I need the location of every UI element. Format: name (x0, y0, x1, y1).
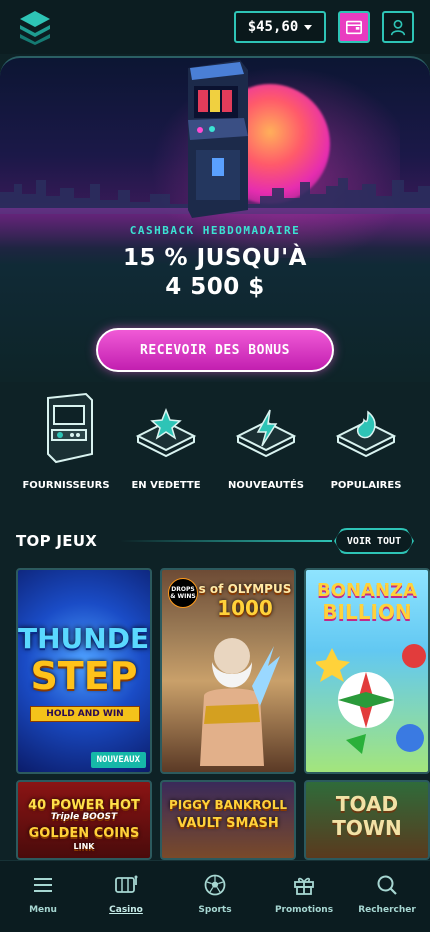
star-badge-icon (135, 407, 197, 458)
nav-promotions[interactable]: Promotions (264, 873, 344, 915)
nav-casino[interactable]: Casino (86, 873, 166, 915)
balance-dropdown[interactable]: $45,60 (234, 11, 326, 43)
game-tile-40-power-hot[interactable]: 40 POWER HOT Triple BOOST GOLDEN COINS L… (16, 780, 152, 860)
arcade-machine-graphic (188, 60, 248, 218)
nav-sports[interactable]: Sports (175, 873, 255, 915)
category-new[interactable]: NOUVEAUTÉS (216, 392, 316, 504)
bottom-navigation: Menu Casino Sports Promotions Rechercher (0, 860, 430, 932)
wallet-button[interactable] (338, 11, 370, 43)
new-badge: NOUVEAUX (90, 752, 146, 768)
top-header: $45,60 (0, 0, 430, 54)
search-icon (377, 875, 397, 895)
cashback-banner[interactable]: CASHBACK HEBDOMADAIRE 15 % JUSQU'À 4 500… (0, 56, 430, 382)
nav-menu[interactable]: Menu (3, 873, 83, 915)
category-shortcuts: FOURNISSEURS EN VEDETTE NOUVEAUTÉS POPUL… (0, 392, 430, 504)
balance-amount: $45,60 (247, 19, 299, 35)
arcade-icon (47, 392, 93, 464)
banner-subtitle: CASHBACK HEBDOMADAIRE (129, 224, 301, 237)
category-providers[interactable]: FOURNISSEURS (16, 392, 116, 504)
game-tile-toad-town[interactable]: TOAD TOWN (304, 780, 430, 860)
flame-icon (335, 410, 397, 458)
lightning-icon (235, 409, 297, 458)
receive-bonus-button[interactable]: RECEVOIR DES BONUS (96, 328, 334, 372)
gift-icon (294, 877, 314, 895)
casino-home-page: $45,60 CASHBACK HEBDOMADAIRE 15 % JUSQU'… (0, 0, 430, 932)
menu-icon (34, 878, 52, 892)
game-tile-gates-of-olympus[interactable]: DROPS & WINS s of OLYMPUS 1000 (160, 568, 296, 774)
wallet-icon (345, 20, 363, 35)
game-tile-thunder-step[interactable]: THUNDER STEP HOLD AND WIN NOUVEAUX (16, 568, 152, 774)
fruit-symbols-graphic (316, 644, 426, 754)
nav-search[interactable]: Rechercher (347, 873, 427, 915)
slot-machine-icon (115, 875, 138, 893)
chevron-down-icon (304, 24, 313, 30)
banner-title: 15 % JUSQU'À 4 500 $ (123, 245, 307, 300)
zeus-character-graphic (200, 638, 280, 766)
user-icon (390, 19, 406, 36)
category-popular[interactable]: POPULAIRES (316, 392, 416, 504)
see-all-button[interactable]: VOIR TOUT (334, 528, 414, 554)
game-tile-bonanza-billion[interactable]: BONANZA BILLION (304, 568, 430, 774)
top-games-title: TOP JEUX (16, 532, 98, 550)
category-featured[interactable]: EN VEDETTE (116, 392, 216, 504)
soccer-ball-icon (204, 874, 226, 896)
profile-button[interactable] (382, 11, 414, 43)
section-divider (120, 540, 332, 542)
layers-logo-icon[interactable] (18, 9, 52, 45)
game-tile-piggy-bankroll[interactable]: PIGGY BANKROLL VAULT SMASH (160, 780, 296, 860)
